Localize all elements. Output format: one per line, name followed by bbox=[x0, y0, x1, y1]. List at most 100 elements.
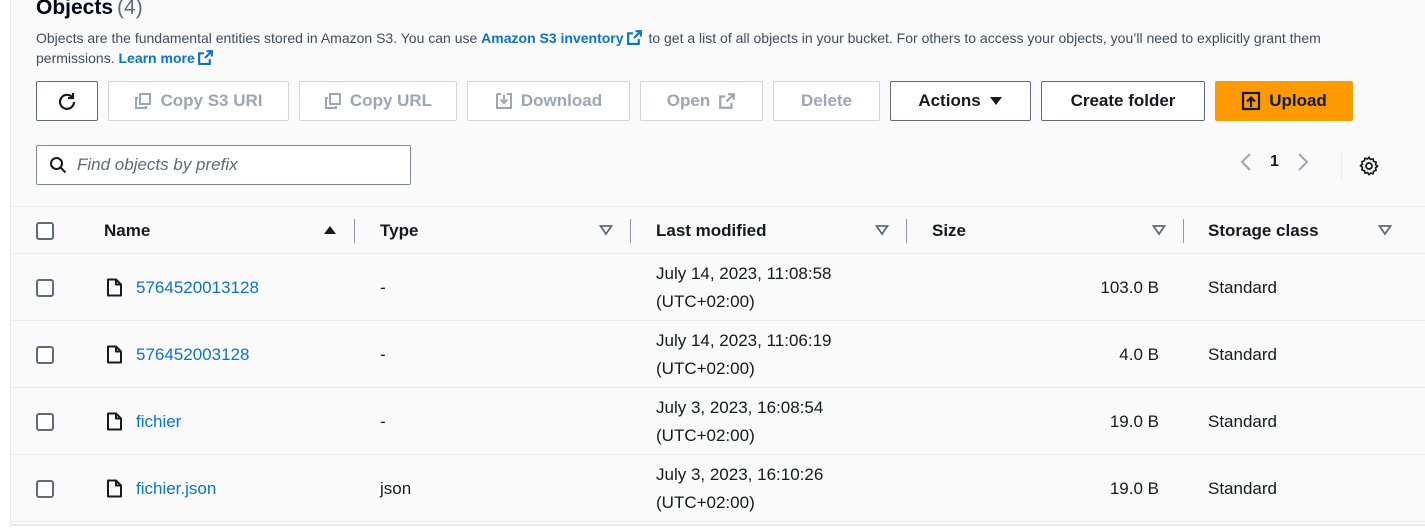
download-icon bbox=[495, 93, 512, 109]
column-header-size[interactable]: Size bbox=[932, 207, 966, 255]
sort-ascending-icon[interactable] bbox=[323, 224, 337, 236]
search-icon bbox=[50, 157, 67, 174]
last-modified-cell: July 3, 2023, 16:10:26 (UTC+02:00) bbox=[656, 455, 823, 522]
s3-inventory-link-label: Amazon S3 inventory bbox=[481, 30, 624, 46]
select-all-checkbox[interactable] bbox=[36, 222, 54, 240]
table-row[interactable]: 5764520013128 - July 14, 2023, 11:08:58 … bbox=[11, 254, 1425, 321]
upload-icon bbox=[1242, 91, 1261, 111]
copy-icon bbox=[324, 93, 341, 109]
sort-down-icon[interactable] bbox=[1152, 224, 1166, 236]
actions-dropdown-button[interactable]: Actions bbox=[890, 81, 1031, 121]
table-row[interactable]: fichier - July 3, 2023, 16:08:54 (UTC+02… bbox=[11, 388, 1425, 455]
column-header-type[interactable]: Type bbox=[380, 207, 418, 255]
object-link[interactable]: fichier bbox=[136, 412, 181, 432]
size-cell: 4.0 B bbox=[1119, 344, 1159, 364]
column-divider[interactable] bbox=[906, 219, 907, 243]
last-modified-cell: July 3, 2023, 16:08:54 (UTC+02:00) bbox=[656, 388, 823, 455]
type-cell: - bbox=[380, 411, 386, 431]
name-cell: 576452003128 bbox=[106, 321, 249, 388]
copy-s3-uri-button[interactable]: Copy S3 URI bbox=[108, 81, 289, 121]
column-header-storage-class[interactable]: Storage class bbox=[1208, 207, 1319, 255]
download-button[interactable]: Download bbox=[467, 81, 630, 121]
create-folder-button[interactable]: Create folder bbox=[1041, 81, 1205, 121]
object-link[interactable]: 576452003128 bbox=[136, 345, 249, 365]
column-last-modified-label: Last modified bbox=[656, 221, 767, 240]
search-box bbox=[36, 145, 411, 185]
create-folder-label: Create folder bbox=[1070, 91, 1176, 110]
delete-button[interactable]: Delete bbox=[773, 81, 880, 121]
chevron-right-icon[interactable] bbox=[1297, 152, 1309, 172]
row-checkbox[interactable] bbox=[36, 279, 54, 297]
date-text: July 3, 2023, 16:10:26 bbox=[656, 464, 824, 484]
copy-s3-uri-label: Copy S3 URI bbox=[160, 91, 263, 110]
column-name-label: Name bbox=[104, 221, 151, 240]
row-checkbox[interactable] bbox=[36, 480, 54, 498]
sort-down-icon[interactable] bbox=[1378, 224, 1392, 236]
external-link-icon bbox=[626, 30, 642, 45]
learn-more-link[interactable]: Learn more bbox=[118, 50, 215, 66]
column-type-label: Type bbox=[380, 221, 419, 240]
column-header-last-modified[interactable]: Last modified bbox=[656, 207, 767, 255]
column-divider[interactable] bbox=[630, 219, 631, 243]
table-row[interactable]: fichier.json json July 3, 2023, 16:10:26… bbox=[11, 455, 1425, 522]
open-label: Open bbox=[666, 91, 711, 110]
description: Objects are the fundamental entities sto… bbox=[36, 28, 1376, 68]
external-link-icon bbox=[719, 93, 736, 109]
copy-url-button[interactable]: Copy URL bbox=[299, 81, 457, 121]
column-divider[interactable] bbox=[1183, 219, 1184, 243]
timezone-text: (UTC+02:00) bbox=[656, 358, 755, 378]
pagination: 1 bbox=[1240, 152, 1309, 172]
sort-down-icon[interactable] bbox=[875, 224, 889, 236]
name-cell: 5764520013128 bbox=[106, 254, 259, 321]
column-header-name[interactable]: Name bbox=[104, 207, 150, 255]
objects-table: Name Type Last modified Size Storage cla… bbox=[11, 206, 1425, 522]
file-icon bbox=[107, 412, 122, 431]
file-icon bbox=[107, 345, 122, 364]
current-page[interactable]: 1 bbox=[1270, 153, 1279, 171]
sort-down-icon[interactable] bbox=[599, 224, 613, 236]
file-icon bbox=[107, 479, 122, 498]
file-icon bbox=[107, 278, 122, 297]
delete-label: Delete bbox=[800, 91, 853, 110]
caret-down-icon bbox=[989, 97, 1002, 105]
table-row[interactable]: 576452003128 - July 14, 2023, 11:06:19 (… bbox=[11, 321, 1425, 388]
search-input[interactable] bbox=[77, 155, 397, 175]
object-link[interactable]: 5764520013128 bbox=[136, 278, 259, 298]
size-cell: 103.0 B bbox=[1100, 277, 1159, 297]
title-text: Objects bbox=[36, 0, 114, 19]
upload-button[interactable]: Upload bbox=[1215, 81, 1353, 121]
name-cell: fichier bbox=[106, 388, 181, 455]
timezone-text: (UTC+02:00) bbox=[656, 492, 755, 512]
gear-icon[interactable] bbox=[1358, 155, 1380, 177]
actions-label: Actions bbox=[918, 91, 981, 110]
column-storage-class-label: Storage class bbox=[1208, 221, 1319, 240]
type-cell: json bbox=[380, 478, 412, 498]
storage-class-cell: Standard bbox=[1208, 411, 1277, 431]
chevron-left-icon[interactable] bbox=[1240, 152, 1252, 172]
date-text: July 3, 2023, 16:08:54 bbox=[656, 397, 824, 417]
open-button[interactable]: Open bbox=[640, 81, 763, 121]
storage-class-cell: Standard bbox=[1208, 344, 1277, 364]
s3-inventory-link[interactable]: Amazon S3 inventory bbox=[481, 30, 644, 46]
row-checkbox[interactable] bbox=[36, 413, 54, 431]
last-modified-cell: July 14, 2023, 11:06:19 (UTC+02:00) bbox=[656, 321, 832, 388]
size-cell: 19.0 B bbox=[1109, 478, 1159, 498]
external-link-icon bbox=[197, 50, 213, 65]
column-divider[interactable] bbox=[354, 219, 355, 243]
refresh-icon bbox=[58, 93, 76, 110]
storage-class-cell: Standard bbox=[1208, 478, 1277, 498]
download-label: Download bbox=[520, 91, 603, 110]
description-text-1: Objects are the fundamental entities sto… bbox=[36, 30, 478, 46]
table-header: Name Type Last modified Size Storage cla… bbox=[11, 206, 1425, 254]
copy-icon bbox=[135, 93, 152, 109]
object-link[interactable]: fichier.json bbox=[136, 479, 216, 499]
timezone-text: (UTC+02:00) bbox=[656, 425, 755, 445]
page-title: Objects (4) bbox=[36, 0, 143, 20]
row-checkbox[interactable] bbox=[36, 346, 54, 364]
name-cell: fichier.json bbox=[106, 455, 216, 522]
date-text: July 14, 2023, 11:08:58 bbox=[656, 263, 832, 283]
copy-url-label: Copy URL bbox=[349, 91, 433, 110]
type-cell: - bbox=[380, 344, 386, 364]
refresh-button[interactable] bbox=[36, 81, 98, 121]
column-size-label: Size bbox=[932, 221, 967, 240]
